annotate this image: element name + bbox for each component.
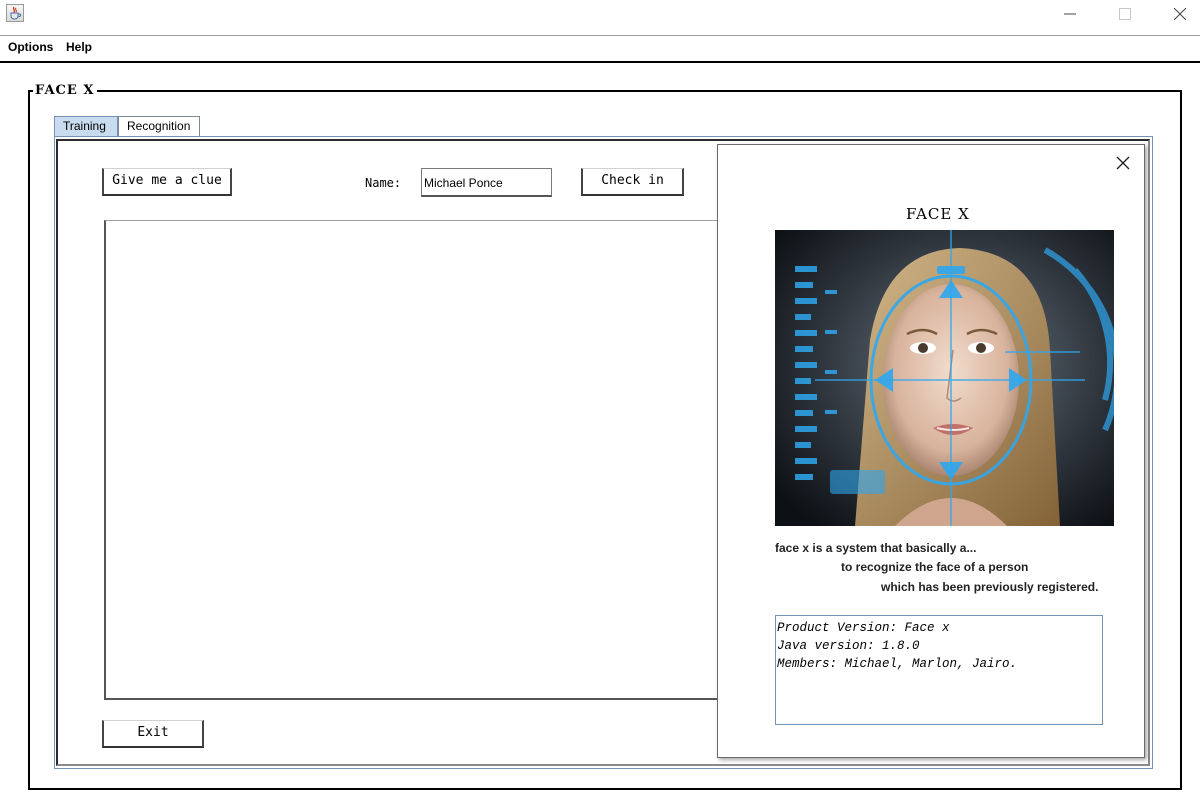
minimize-button[interactable] [1045,2,1095,26]
close-icon [1116,156,1130,170]
title-bar [0,0,1200,35]
dialog-close-button[interactable] [1115,155,1131,171]
menu-bar: Options Help [0,35,1200,63]
name-input[interactable]: Michael Ponce [421,168,552,197]
close-window-button[interactable] [1155,2,1200,26]
members-line: Members: Michael, Marlon, Jairo. [777,657,1018,671]
name-label: Name: [365,176,402,190]
maximize-button[interactable] [1100,2,1150,26]
java-version-line: Java version: 1.8.0 [777,639,920,653]
description-line-1: face x is a system that basically a... [775,541,977,555]
give-clue-button[interactable]: Give me a clue [102,168,232,196]
maximize-icon [1119,8,1131,20]
java-cup-icon[interactable] [6,4,24,22]
version-info-textarea[interactable]: Product Version: Face x Java version: 1.… [775,615,1103,725]
description-line-2: to recognize the face of a person [841,560,1029,574]
menu-help[interactable]: Help [66,40,92,54]
exit-button[interactable]: Exit [102,720,204,748]
check-in-button[interactable]: Check in [581,168,684,196]
camera-image-area [104,220,744,700]
tab-recognition[interactable]: Recognition [118,116,200,136]
tab-training[interactable]: Training [54,116,118,136]
description-line-3: which has been previously registered. [881,580,1099,594]
menu-options[interactable]: Options [8,40,53,54]
dialog-title: FACE X [906,205,970,223]
frame-title: FACE X [33,83,98,98]
minimize-icon [1064,13,1076,15]
product-version-line: Product Version: Face x [777,621,950,635]
face-recognition-hud-image [775,230,1114,526]
close-icon [1174,8,1186,20]
